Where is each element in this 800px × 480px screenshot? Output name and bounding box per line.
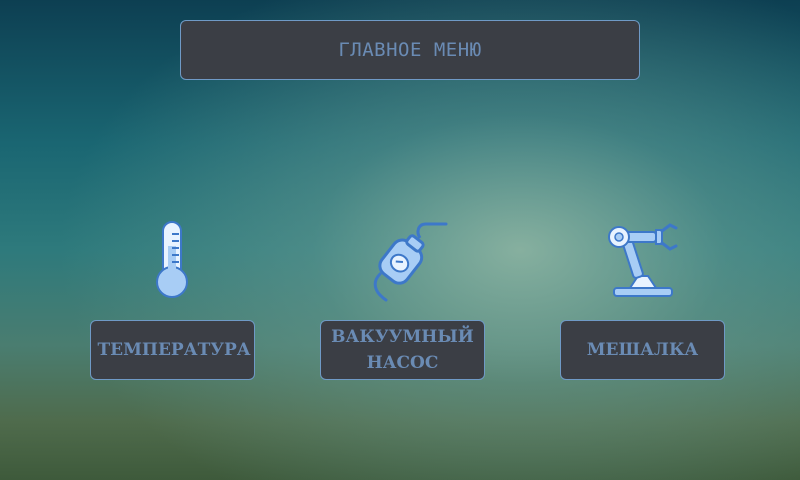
temperature-button[interactable]: ТЕМПЕРАТУРА — [90, 320, 255, 380]
vacuum-pump-button-label: ВАКУУМНЫЙ НАСОС — [331, 327, 474, 373]
stirrer-button[interactable]: МЕШАЛКА — [560, 320, 725, 380]
page-title: ГЛАВНОЕ МЕНЮ — [338, 39, 482, 61]
vacuum-pump-icon — [373, 222, 448, 302]
temperature-button-label: ТЕМПЕРАТУРА — [97, 340, 251, 360]
thermometer-icon — [156, 221, 188, 298]
main-menu-title: ГЛАВНОЕ МЕНЮ — [180, 20, 640, 80]
robot-arm-icon — [608, 223, 678, 297]
stirrer-button-label: МЕШАЛКА — [586, 340, 699, 360]
vacuum-pump-button[interactable]: ВАКУУМНЫЙ НАСОС — [320, 320, 485, 380]
